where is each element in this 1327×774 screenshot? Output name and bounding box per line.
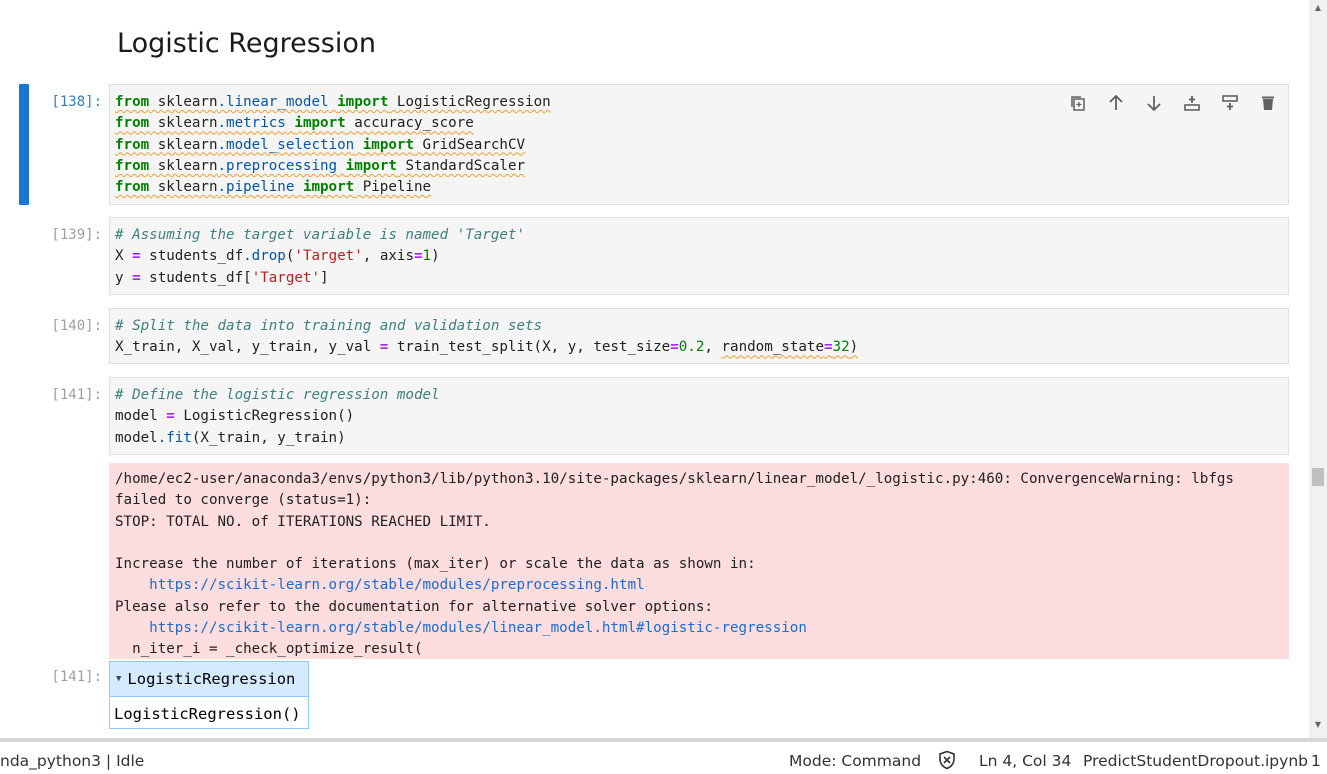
stderr-link[interactable]: https://scikit-learn.org/stable/modules/… bbox=[115, 618, 1283, 639]
duplicate-icon[interactable] bbox=[1067, 92, 1089, 114]
code-editor[interactable]: # Split the data into training and valid… bbox=[109, 308, 1289, 364]
cell-prompt: [140]: bbox=[51, 318, 102, 334]
estimator-repr: LogisticRegression() bbox=[110, 696, 308, 731]
code-line: model.fit(X_train, y_train) bbox=[115, 429, 346, 446]
move-up-icon[interactable] bbox=[1105, 92, 1127, 114]
estimator-toggle[interactable]: ▼ LogisticRegression bbox=[110, 662, 308, 696]
stderr-line: Increase the number of iterations (max_i… bbox=[115, 556, 756, 573]
shield-icon[interactable] bbox=[937, 750, 957, 770]
code-cell-140[interactable]: [140]: # Split the data into training an… bbox=[0, 308, 1309, 364]
vertical-scrollbar[interactable] bbox=[1309, 0, 1327, 738]
cell-prompt: [138]: bbox=[51, 94, 102, 110]
code-line: model = LogisticRegression() bbox=[115, 408, 355, 425]
scroll-down-icon[interactable]: ▼ bbox=[1313, 720, 1323, 729]
delete-icon[interactable] bbox=[1257, 92, 1279, 114]
stderr-output: /home/ec2-user/anaconda3/envs/python3/li… bbox=[109, 463, 1289, 659]
cell-prompt: [139]: bbox=[51, 227, 102, 243]
cell-prompt: [141]: bbox=[51, 387, 102, 403]
status-bar: nda_python3 | Idle Mode: Command Ln 4, C… bbox=[0, 738, 1327, 772]
stderr-line: Please also refer to the documentation f… bbox=[115, 598, 713, 615]
code-line: from sklearn.metrics import accuracy_sco… bbox=[115, 115, 474, 132]
file-name[interactable]: PredictStudentDropout.ipynb bbox=[1083, 752, 1308, 770]
code-editor[interactable]: # Assuming the target variable is named … bbox=[109, 217, 1289, 295]
cursor-position[interactable]: Ln 4, Col 34 bbox=[979, 752, 1071, 770]
code-line: from sklearn.preprocessing import Standa… bbox=[115, 157, 526, 174]
code-cell-139[interactable]: [139]: # Assuming the target variable is… bbox=[0, 217, 1309, 295]
cell-toolbar bbox=[1067, 92, 1279, 114]
move-down-icon[interactable] bbox=[1143, 92, 1165, 114]
scrollbar-thumb[interactable] bbox=[1312, 468, 1324, 486]
stderr-line: n_iter_i = _check_optimize_result( bbox=[115, 641, 423, 658]
code-line: # Define the logistic regression model bbox=[115, 387, 440, 403]
code-line: X = students_df.drop('Target', axis=1) bbox=[115, 248, 440, 265]
code-line: from sklearn.pipeline import Pipeline bbox=[115, 179, 432, 196]
insert-above-icon[interactable] bbox=[1181, 92, 1203, 114]
code-line: # Assuming the target variable is named … bbox=[115, 227, 525, 243]
mode-indicator[interactable]: Mode: Command bbox=[789, 752, 921, 770]
code-cell-138[interactable]: [138]: from sklearn.linear_model import … bbox=[0, 84, 1309, 206]
stderr-link[interactable]: https://scikit-learn.org/stable/modules/… bbox=[115, 575, 1283, 596]
insert-below-icon[interactable] bbox=[1219, 92, 1241, 114]
estimator-widget: ▼ LogisticRegression LogisticRegression(… bbox=[109, 661, 309, 729]
active-cell-indicator bbox=[19, 84, 29, 205]
code-cell-141[interactable]: [141]: # Define the logistic regression … bbox=[0, 377, 1309, 455]
estimator-title: LogisticRegression bbox=[127, 670, 296, 688]
stderr-line: /home/ec2-user/anaconda3/envs/python3/li… bbox=[115, 471, 1234, 487]
code-line: # Split the data into training and valid… bbox=[115, 318, 543, 334]
notebook-panel: Logistic Regression [138]: from sklearn.… bbox=[0, 0, 1309, 738]
code-line: X_train, X_val, y_train, y_val = train_t… bbox=[115, 339, 859, 356]
stderr-line bbox=[115, 533, 1283, 554]
kernel-status[interactable]: nda_python3 | Idle bbox=[0, 752, 144, 770]
code-line: from sklearn.model_selection import Grid… bbox=[115, 136, 526, 153]
section-heading: Logistic Regression bbox=[117, 28, 376, 59]
stderr-line: failed to converge (status=1): bbox=[115, 492, 372, 509]
scroll-up-icon[interactable]: ▲ bbox=[1313, 3, 1323, 12]
output-prompt: [141]: bbox=[51, 669, 102, 685]
code-editor[interactable]: # Define the logistic regression model mo… bbox=[109, 377, 1289, 455]
status-extra: 1 bbox=[1311, 752, 1321, 770]
code-line: y = students_df['Target'] bbox=[115, 269, 329, 286]
stderr-line: STOP: TOTAL NO. of ITERATIONS REACHED LI… bbox=[115, 513, 491, 530]
caret-down-icon: ▼ bbox=[116, 674, 122, 684]
